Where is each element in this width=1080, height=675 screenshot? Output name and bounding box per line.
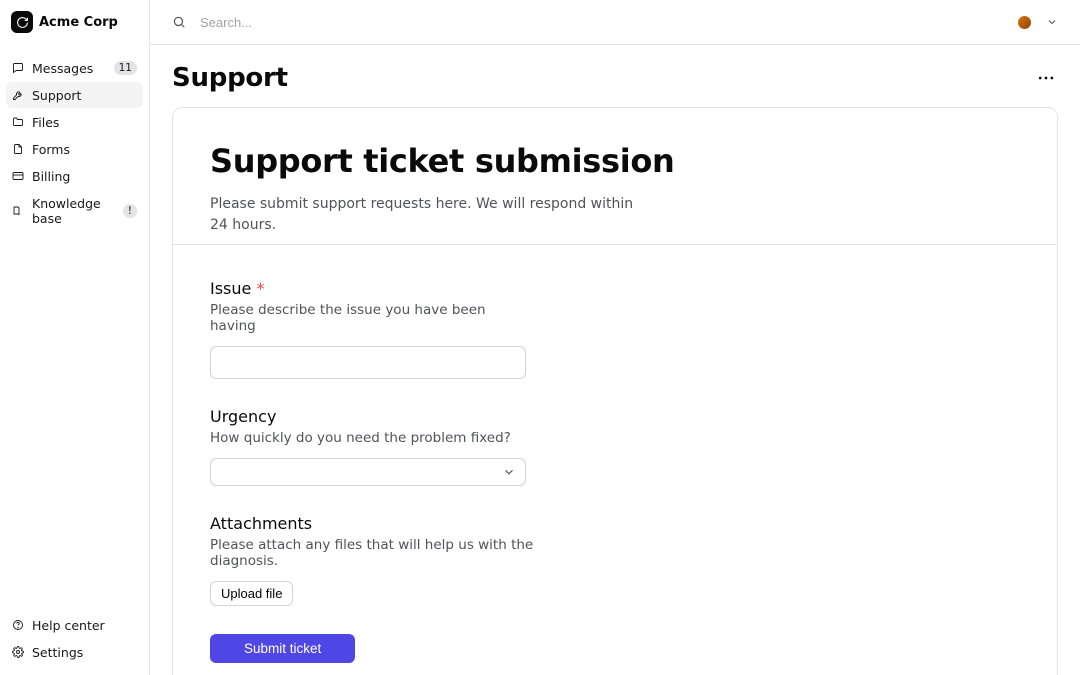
sidebar-item-files[interactable]: Files — [6, 109, 143, 135]
submit-ticket-button[interactable]: Submit ticket — [210, 634, 355, 663]
form-title: Support ticket submission — [210, 142, 1020, 180]
search-input[interactable] — [200, 15, 1003, 30]
sidebar-item-forms[interactable]: Forms — [6, 136, 143, 162]
upload-file-button[interactable]: Upload file — [210, 581, 293, 606]
field-label: Attachments — [210, 514, 550, 533]
sidebar-item-billing[interactable]: Billing — [6, 163, 143, 189]
brand: Acme Corp — [6, 11, 143, 43]
field-help: Please attach any files that will help u… — [210, 537, 550, 569]
main: Support Support ticket submission Please… — [150, 0, 1080, 675]
field-label: Urgency — [210, 407, 526, 426]
form-description: Please submit support requests here. We … — [210, 194, 650, 236]
credit-card-icon — [12, 170, 24, 182]
urgency-select[interactable] — [210, 458, 526, 486]
issue-input[interactable] — [210, 346, 526, 379]
field-help: Please describe the issue you have been … — [210, 302, 526, 334]
required-mark: * — [256, 279, 264, 298]
sidebar-item-label: Settings — [32, 645, 137, 660]
messages-badge: 11 — [114, 61, 137, 75]
sidebar-item-label: Help center — [32, 618, 137, 633]
topbar — [150, 0, 1080, 45]
more-button[interactable] — [1034, 66, 1058, 90]
folder-icon — [12, 116, 24, 128]
knowledge-badge: ! — [123, 204, 137, 218]
wrench-icon — [12, 89, 24, 101]
field-label: Issue * — [210, 279, 526, 298]
avatar[interactable] — [1017, 15, 1032, 30]
book-icon — [12, 205, 24, 217]
field-issue: Issue * Please describe the issue you ha… — [210, 279, 526, 379]
sidebar-item-settings[interactable]: Settings — [6, 639, 143, 665]
sidebar-item-label: Messages — [32, 61, 106, 76]
messages-icon — [12, 62, 24, 74]
chevron-down-icon[interactable] — [1046, 16, 1058, 28]
search-icon — [172, 15, 186, 29]
primary-nav: Messages 11 Support Files Forms — [6, 55, 143, 231]
sidebar-item-label: Files — [32, 115, 137, 130]
footer-nav: Help center Settings — [6, 612, 143, 665]
page-title: Support — [172, 63, 288, 93]
sidebar-item-label: Knowledge base — [32, 196, 115, 226]
gear-icon — [12, 646, 24, 658]
sidebar-item-messages[interactable]: Messages 11 — [6, 55, 143, 81]
sidebar-item-label: Support — [32, 88, 137, 103]
field-help: How quickly do you need the problem fixe… — [210, 430, 526, 446]
brand-name: Acme Corp — [39, 15, 118, 30]
sidebar-item-label: Forms — [32, 142, 137, 157]
field-attachments: Attachments Please attach any files that… — [210, 514, 550, 606]
sidebar-item-knowledge-base[interactable]: Knowledge base ! — [6, 190, 143, 231]
form-card: Support ticket submission Please submit … — [172, 107, 1058, 675]
sidebar-item-label: Billing — [32, 169, 137, 184]
brand-logo — [11, 11, 33, 33]
sidebar: Acme Corp Messages 11 Support Files — [0, 0, 150, 675]
sidebar-item-support[interactable]: Support — [6, 82, 143, 108]
dots-horizontal-icon — [1036, 68, 1056, 88]
help-icon — [12, 619, 24, 631]
refresh-icon — [16, 16, 29, 29]
page: Support Support ticket submission Please… — [150, 45, 1080, 675]
field-urgency: Urgency How quickly do you need the prob… — [210, 407, 526, 486]
file-icon — [12, 143, 24, 155]
sidebar-item-help-center[interactable]: Help center — [6, 612, 143, 638]
